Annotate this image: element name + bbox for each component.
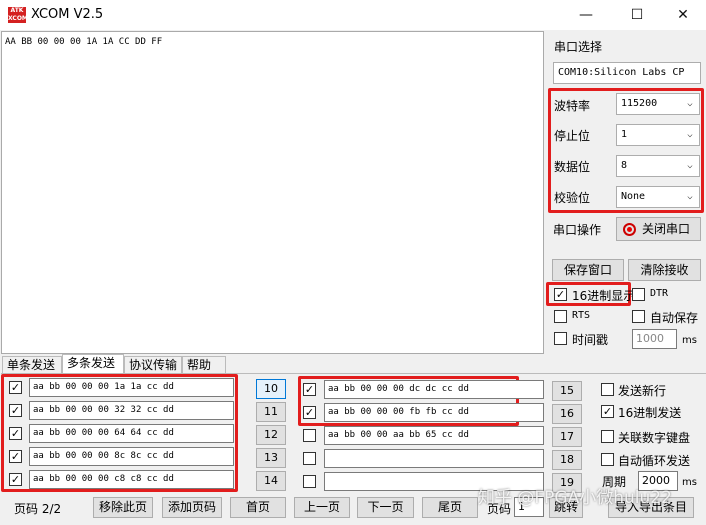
rts-checkbox[interactable] xyxy=(554,310,567,323)
rts-label: RTS xyxy=(572,310,591,321)
save-window-button[interactable]: 保存窗口 xyxy=(552,259,624,281)
parity-label: 校验位 xyxy=(554,191,591,205)
link-keypad-label: 关联数字键盘 xyxy=(618,431,691,445)
window-title: XCOM V2.5 xyxy=(31,7,104,22)
auto-loop-checkbox[interactable] xyxy=(601,453,614,466)
right-row-input[interactable] xyxy=(324,449,544,468)
stop-bits-select[interactable]: 1 ⌵ xyxy=(616,124,700,146)
port-value: COM10:Silicon Labs CP xyxy=(558,67,685,78)
watermark: 知乎 @FPGA小微hulu22 xyxy=(478,488,672,508)
hex-display-label: 16进制显示 xyxy=(572,289,636,303)
right-row-checkbox[interactable] xyxy=(303,429,316,442)
port-status-icon xyxy=(623,223,636,236)
timestamp-checkbox[interactable] xyxy=(554,332,567,345)
right-row-checkbox[interactable]: ✓ xyxy=(303,406,316,419)
dtr-label: DTR xyxy=(650,288,669,299)
open-close-port-button[interactable]: 关闭串口 xyxy=(616,217,701,241)
left-row-checkbox[interactable]: ✓ xyxy=(9,473,22,486)
baud-value: 115200 xyxy=(621,98,658,109)
tab-protocol[interactable]: 协议传输 xyxy=(124,356,182,374)
port-select-label: 串口选择 xyxy=(554,40,603,54)
right-row-checkbox[interactable] xyxy=(303,452,316,465)
right-row-checkbox[interactable]: ✓ xyxy=(303,383,316,396)
send-row-button[interactable]: 10 xyxy=(256,379,286,399)
port-select[interactable]: COM10:Silicon Labs CP xyxy=(553,62,701,84)
right-row-checkbox[interactable] xyxy=(303,475,316,488)
left-row-checkbox[interactable]: ✓ xyxy=(9,450,22,463)
tab-single-send[interactable]: 单条发送 xyxy=(2,356,62,374)
data-bits-select[interactable]: 8 ⌵ xyxy=(616,155,700,177)
send-row-button[interactable]: 13 xyxy=(256,448,286,468)
send-row-button[interactable]: 15 xyxy=(552,381,582,401)
add-page-button[interactable]: 添加页码 xyxy=(162,497,222,518)
data-bits-value: 8 xyxy=(621,160,628,171)
open-close-port-label: 关闭串口 xyxy=(642,222,691,236)
chevron-down-icon: ⌵ xyxy=(684,125,696,145)
page-info: 页码 2/2 xyxy=(14,502,62,516)
minimize-button[interactable]: — xyxy=(570,4,602,26)
send-row-button[interactable]: 12 xyxy=(256,425,286,445)
hex-send-checkbox[interactable]: ✓ xyxy=(601,405,614,418)
clear-receive-button[interactable]: 清除接收 xyxy=(628,259,701,281)
remove-page-button[interactable]: 移除此页 xyxy=(93,497,153,518)
period-unit: ms xyxy=(682,477,697,488)
left-row-input[interactable]: aa bb 00 00 00 1a 1a cc dd xyxy=(29,378,234,397)
auto-loop-label: 自动循环发送 xyxy=(618,454,691,468)
left-row-checkbox[interactable]: ✓ xyxy=(9,427,22,440)
hex-send-label: 16进制发送 xyxy=(618,406,682,420)
send-row-button[interactable]: 11 xyxy=(256,402,286,422)
right-row-input[interactable]: aa bb 00 00 00 dc dc cc dd xyxy=(324,380,544,399)
timestamp-interval-input[interactable]: 1000 xyxy=(632,329,677,349)
timestamp-unit: ms xyxy=(682,335,697,346)
app-logo: ATK XCOM xyxy=(8,7,28,23)
chevron-down-icon: ⌵ xyxy=(684,187,696,207)
baud-label: 波特率 xyxy=(554,99,591,113)
close-button[interactable]: ✕ xyxy=(667,4,699,26)
next-page-button[interactable]: 下一页 xyxy=(357,497,414,518)
right-row-input[interactable]: aa bb 00 00 aa bb 65 cc dd xyxy=(324,426,544,445)
left-row-input[interactable]: aa bb 00 00 00 64 64 cc dd xyxy=(29,424,234,443)
chevron-down-icon: ⌵ xyxy=(684,156,696,176)
tab-multi-send[interactable]: 多条发送 xyxy=(62,354,124,374)
receive-textarea[interactable]: AA BB 00 00 00 1A 1A CC DD FF xyxy=(1,31,544,354)
serial-op-label: 串口操作 xyxy=(553,223,602,237)
chevron-down-icon: ⌵ xyxy=(684,94,696,114)
first-page-button[interactable]: 首页 xyxy=(230,497,286,518)
baud-select[interactable]: 115200 ⌵ xyxy=(616,93,700,115)
send-row-button[interactable]: 17 xyxy=(552,427,582,447)
hex-display-checkbox[interactable]: ✓ xyxy=(554,288,567,301)
data-bits-label: 数据位 xyxy=(554,160,591,174)
stop-bits-label: 停止位 xyxy=(554,129,591,143)
tab-help[interactable]: 帮助 xyxy=(182,356,226,374)
title-bar: ATK XCOM XCOM V2.5 — ☐ ✕ xyxy=(0,0,706,30)
send-row-button[interactable]: 18 xyxy=(552,450,582,470)
send-newline-checkbox[interactable] xyxy=(601,383,614,396)
stop-bits-value: 1 xyxy=(621,129,628,140)
timestamp-label: 时间戳 xyxy=(572,333,609,347)
send-row-button[interactable]: 16 xyxy=(552,404,582,424)
dtr-checkbox[interactable] xyxy=(632,288,645,301)
left-row-input[interactable]: aa bb 00 00 00 8c 8c cc dd xyxy=(29,447,234,466)
auto-save-checkbox[interactable] xyxy=(632,310,645,323)
left-row-checkbox[interactable]: ✓ xyxy=(9,381,22,394)
parity-select[interactable]: None ⌵ xyxy=(616,186,700,208)
left-row-input[interactable]: aa bb 00 00 00 32 32 cc dd xyxy=(29,401,234,420)
send-newline-label: 发送新行 xyxy=(618,384,667,398)
link-keypad-checkbox[interactable] xyxy=(601,430,614,443)
left-row-input[interactable]: aa bb 00 00 00 c8 c8 cc dd xyxy=(29,470,234,489)
last-page-button[interactable]: 尾页 xyxy=(422,497,478,518)
right-row-input[interactable]: aa bb 00 00 00 fb fb cc dd xyxy=(324,403,544,422)
parity-value: None xyxy=(621,191,646,202)
send-row-button[interactable]: 14 xyxy=(256,471,286,491)
prev-page-button[interactable]: 上一页 xyxy=(294,497,350,518)
left-row-checkbox[interactable]: ✓ xyxy=(9,404,22,417)
auto-save-label: 自动保存 xyxy=(650,311,699,325)
maximize-button[interactable]: ☐ xyxy=(621,4,653,26)
